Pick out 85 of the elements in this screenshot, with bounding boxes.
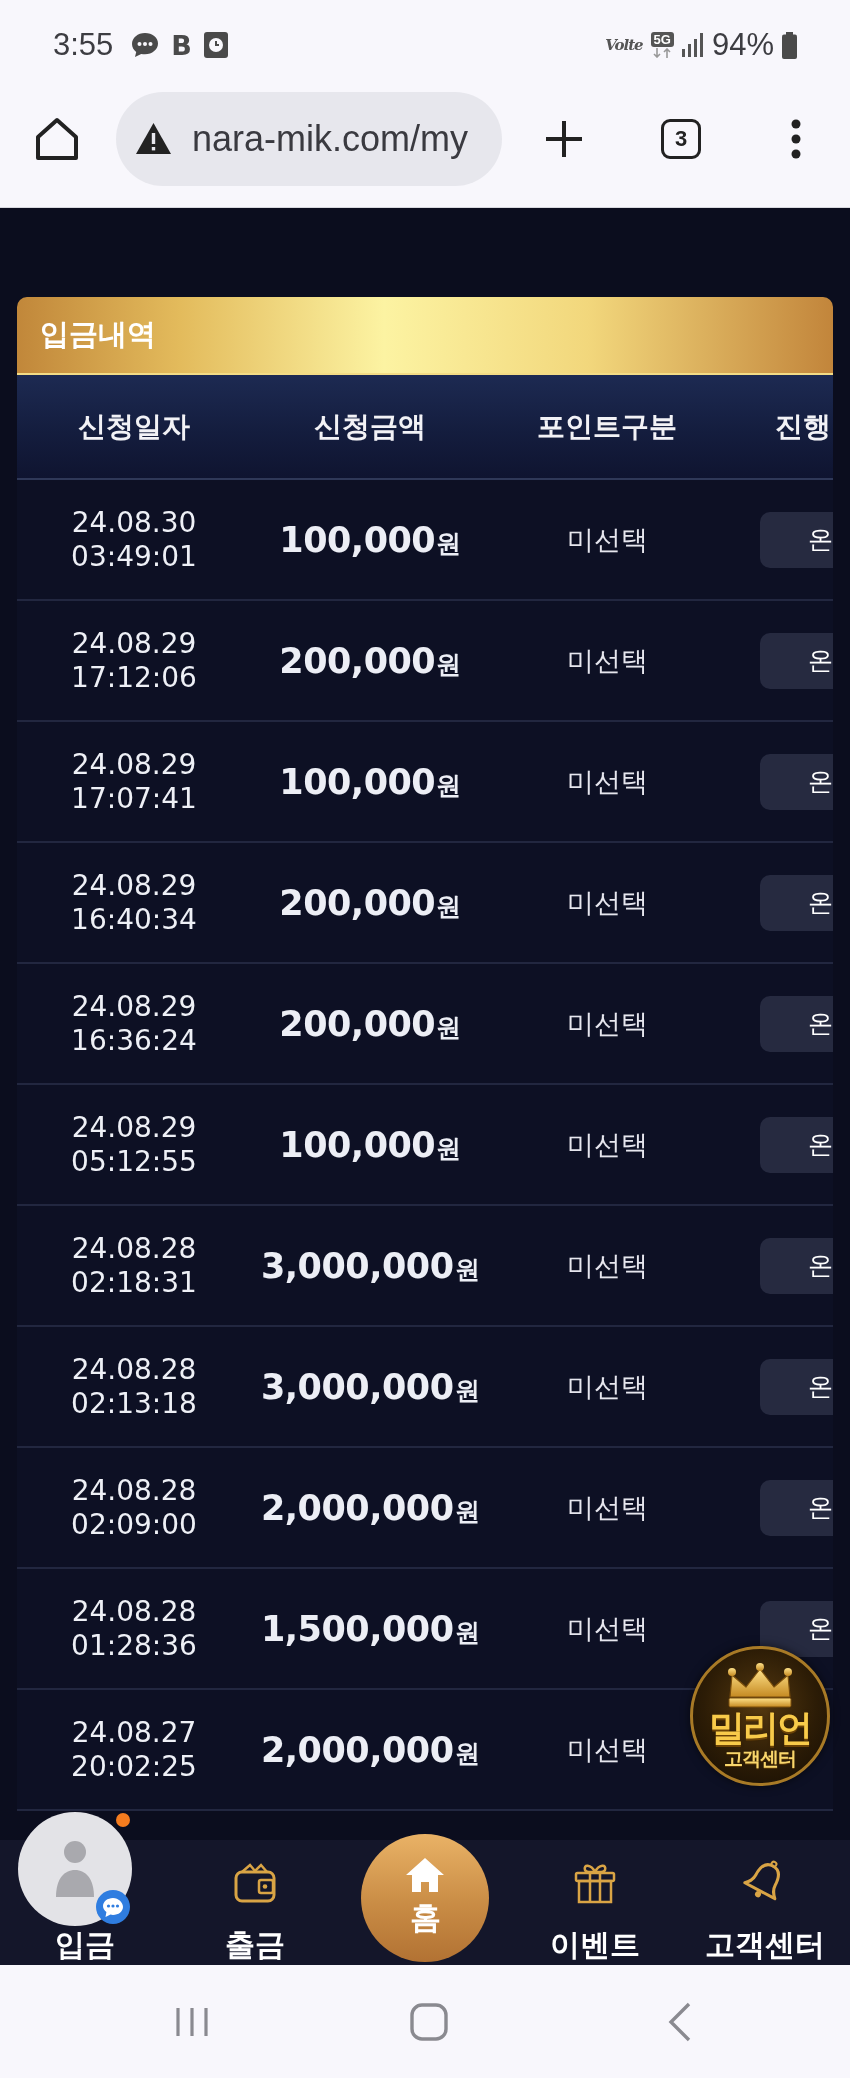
time-text: 17:12:06 [71,660,197,695]
column-header: 진행 [775,408,832,445]
date-text: 24.08.28 [71,1473,197,1508]
status-badge: 온 [760,1237,833,1294]
url-text: nara-mik.com/my [192,117,469,160]
status-badge: 온 [760,632,833,689]
date-text: 24.08.29 [71,868,197,903]
tab-count-button[interactable]: 3 [661,118,701,159]
wallet-icon [233,1862,277,1904]
point-type-text: 미선택 [566,1127,648,1162]
point-type-text: 미선택 [566,764,648,799]
amount-text: 3,000,000원 [260,1366,480,1407]
app-letter-text: B [171,31,192,59]
status-badge: 온 [760,753,833,810]
status-badge: 온 [760,1116,833,1173]
status-badge: 온 [760,1479,833,1536]
time-text: 02:18:31 [71,1265,197,1300]
person-icon [55,1841,95,1897]
column-header: 신청일자 [78,408,190,445]
date-text: 24.08.28 [71,1352,197,1387]
nav-button[interactable]: 입금 [55,1929,115,1960]
point-type-text: 미선택 [566,885,648,920]
column-header: 신청금액 [314,408,426,445]
recent-apps-icon[interactable] [175,2005,209,2038]
amount-text: 3,000,000원 [260,1245,480,1286]
point-type-text: 미선택 [566,522,648,557]
house-icon [405,1857,445,1893]
date-text: 24.08.30 [71,505,197,540]
chat-bubble-icon [96,1890,130,1924]
amount-text: 200,000원 [279,882,461,923]
back-icon[interactable] [668,2001,692,2042]
status-badge: 온 [760,995,833,1052]
point-type-text: 미선택 [566,643,648,678]
time-text: 02:09:00 [71,1507,197,1542]
date-text: 24.08.28 [71,1594,197,1629]
clock-icon [203,32,228,58]
chat-icon [131,32,160,58]
address-bar[interactable]: nara-mik.com/my [116,91,502,186]
network-type-label: 5G [650,32,674,47]
time-text: 17:07:41 [71,781,197,816]
time-text: 16:40:34 [71,902,197,937]
date-text: 24.08.29 [71,989,197,1024]
amount-text: 1,500,000원 [260,1608,480,1649]
status-badge: 온 [760,511,833,568]
nav-button[interactable]: 출금 [225,1862,285,1960]
point-type-text: 미선택 [566,1248,648,1283]
time-text: 01:28:36 [71,1628,197,1663]
more-icon[interactable] [791,118,801,159]
time-text: 16:36:24 [71,1023,197,1058]
date-text: 24.08.29 [71,626,197,661]
status-badge: 온 [760,1358,833,1415]
time-text: 02:13:18 [71,1386,197,1421]
date-text: 24.08.28 [71,1231,197,1266]
column-header: 포인트구분 [537,408,677,445]
amount-text: 2,000,000원 [260,1487,480,1528]
amount-text: 100,000원 [279,519,461,560]
amount-text: 100,000원 [279,1124,461,1165]
status-badge: 온 [760,1600,833,1657]
point-type-text: 미선택 [566,1006,648,1041]
warning-icon [135,122,172,155]
point-type-text: 미선택 [566,1369,648,1404]
signal-icon [681,33,704,57]
battery-icon [782,31,797,59]
home-icon[interactable] [34,116,80,161]
amount-text: 2,000,000원 [260,1729,480,1770]
time-text: 20:02:25 [71,1749,197,1784]
section-title: 입금내역 [17,297,833,375]
amount-text: 100,000원 [279,761,461,802]
date-text: 24.08.29 [71,1110,197,1145]
point-type-text: 미선택 [566,1490,648,1525]
time-text: 05:12:55 [71,1144,197,1179]
battery-percent: 94% [711,27,774,63]
time-text: 03:49:01 [71,539,197,574]
clock-time: 3:55 [53,27,114,63]
amount-text: 200,000원 [279,640,461,681]
volte-label: Volte [605,36,643,54]
date-text: 24.08.27 [71,1715,197,1750]
date-text: 24.08.29 [71,747,197,782]
status-badge: 온 [760,874,833,931]
amount-text: 200,000원 [279,1003,461,1044]
nav-button[interactable]: 이벤트 [550,1860,640,1960]
point-type-text: 미선택 [566,1611,648,1646]
plus-icon[interactable] [544,118,584,159]
nav-button[interactable]: 고객센터 [705,1858,825,1960]
point-type-text: 미선택 [566,1732,648,1767]
